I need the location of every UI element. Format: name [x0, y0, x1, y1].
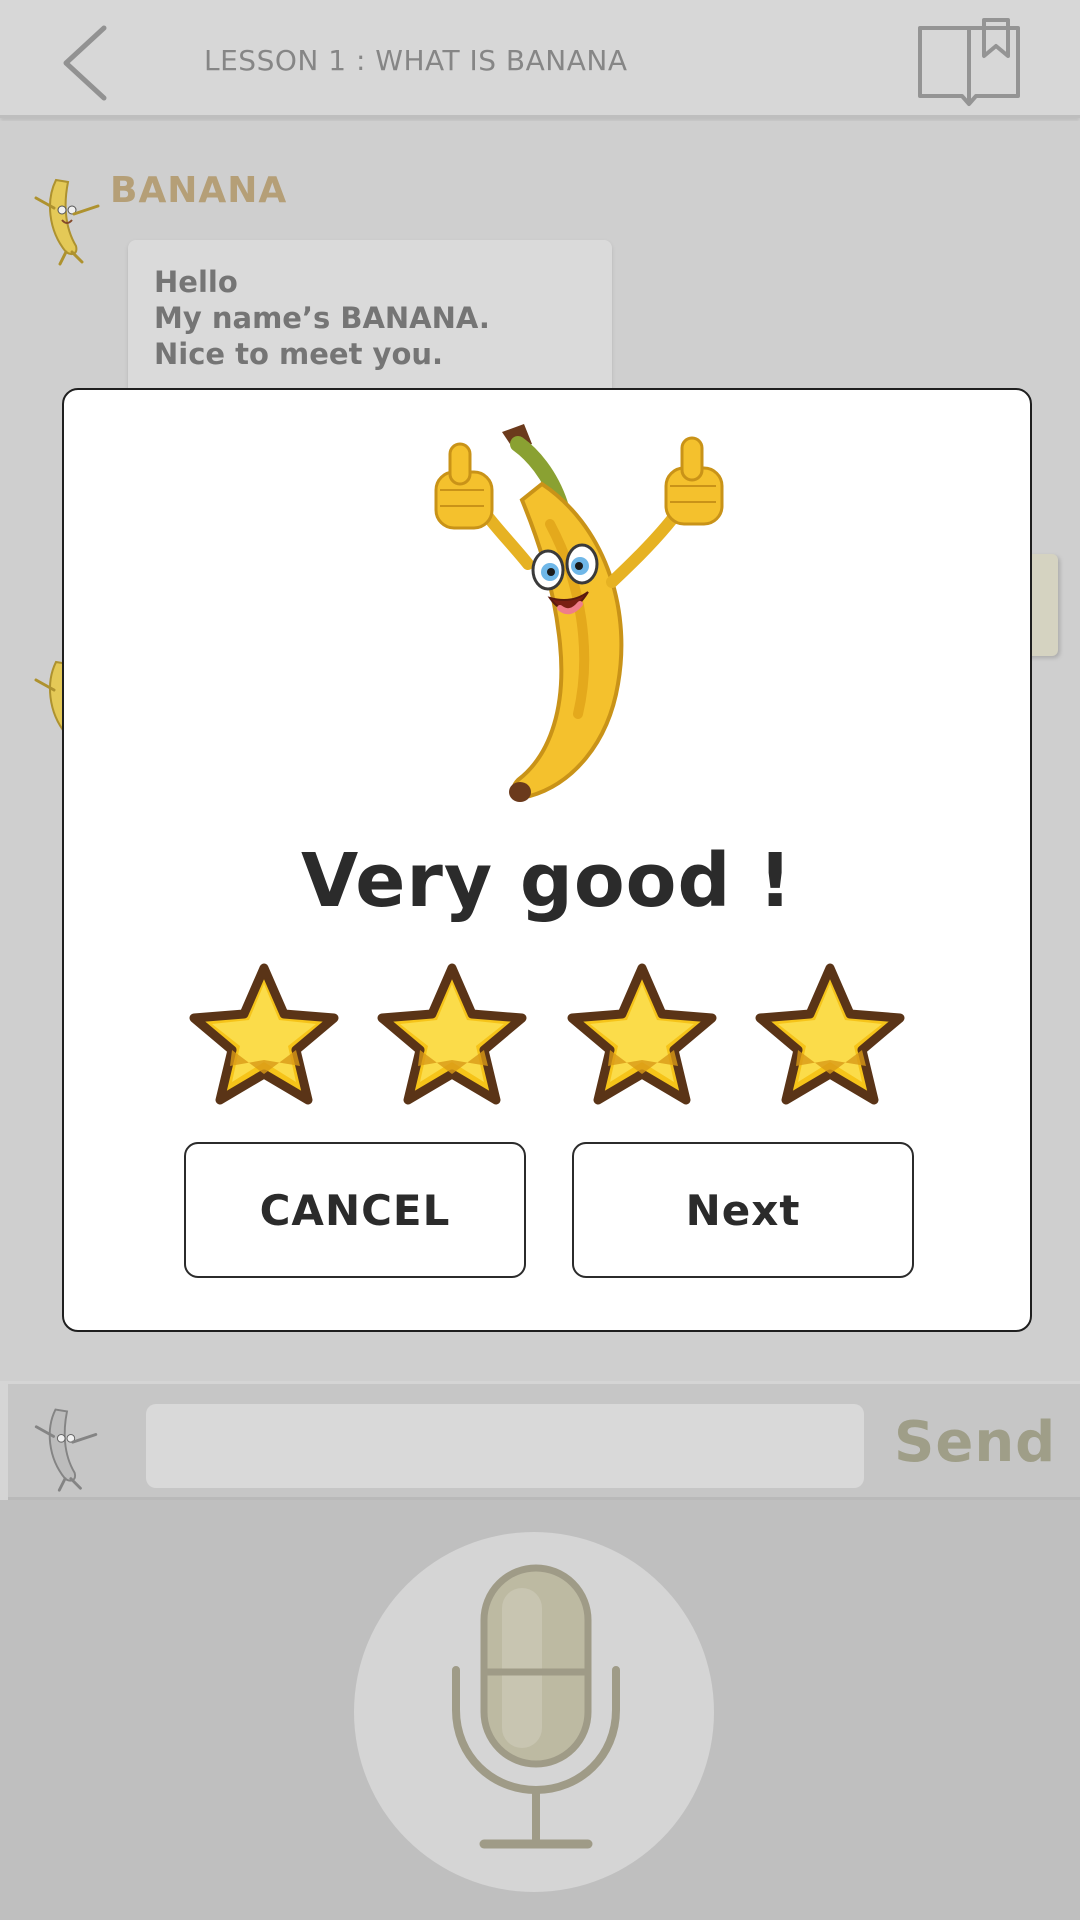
dialog-title: Very good !	[300, 838, 794, 924]
star-rating	[188, 962, 918, 1112]
star-icon	[377, 963, 527, 1105]
star-icon	[189, 963, 339, 1105]
result-dialog: Very good ! CANCEL Next	[62, 388, 1032, 1332]
star-icon	[755, 963, 905, 1105]
banana-thumbs-up-icon	[434, 424, 724, 802]
cancel-button[interactable]: CANCEL	[184, 1142, 526, 1278]
star-icon	[567, 963, 717, 1105]
next-button[interactable]: Next	[572, 1142, 914, 1278]
